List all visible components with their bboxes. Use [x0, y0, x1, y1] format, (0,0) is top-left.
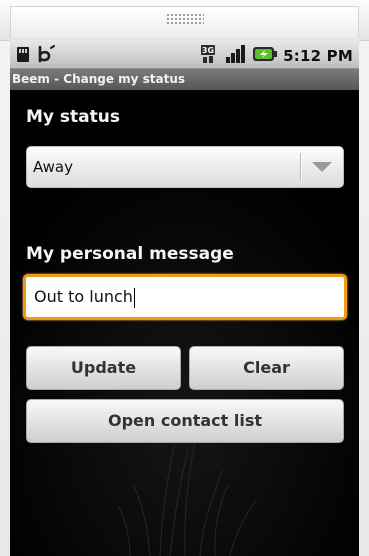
change-status-form: My status Away My personal message Out t… [10, 90, 359, 556]
update-button[interactable]: Update [26, 346, 181, 390]
open-contact-list-button[interactable]: Open contact list [26, 399, 344, 443]
status-bar-right-icons: 3G 5:12 PM [200, 44, 353, 68]
personal-message-input[interactable]: Out to lunch [23, 274, 347, 320]
sd-card-icon [16, 45, 30, 67]
status-bar[interactable]: 3G 5:12 PM [10, 40, 359, 69]
status-bar-left-icons [16, 45, 56, 67]
clear-button[interactable]: Clear [189, 346, 344, 390]
emulator-screen: 3G 5:12 PM Beem - Change my status My st… [0, 0, 369, 556]
beem-logo-icon [36, 45, 56, 67]
message-label: My personal message [26, 244, 234, 264]
chevron-down-icon[interactable] [301, 147, 343, 187]
text-caret [133, 287, 135, 308]
personal-message-value: Out to lunch [34, 287, 133, 306]
personal-message-text: Out to lunch [34, 277, 135, 317]
svg-text:3G: 3G [202, 46, 214, 55]
app-title: Beem - Change my status [12, 72, 186, 86]
window-drag-handle[interactable] [0, 0, 369, 41]
phone-display: 3G 5:12 PM Beem - Change my status My st… [10, 40, 359, 556]
status-dropdown[interactable]: Away [26, 146, 344, 188]
status-dropdown-value: Away [33, 158, 73, 176]
grip-icon[interactable] [166, 13, 204, 25]
clock-time: 5:12 PM [283, 47, 353, 65]
battery-charging-icon [252, 45, 278, 67]
signal-strength-icon [225, 44, 247, 68]
status-label: My status [26, 107, 120, 127]
3g-data-icon: 3G [200, 44, 220, 68]
app-title-bar: Beem - Change my status [10, 69, 359, 90]
